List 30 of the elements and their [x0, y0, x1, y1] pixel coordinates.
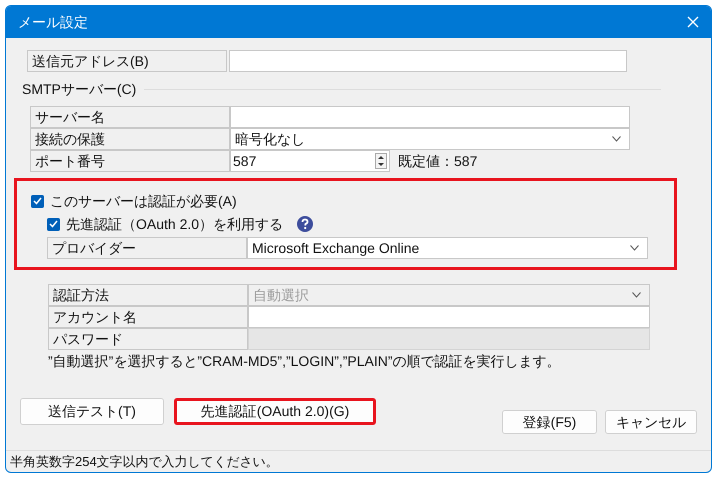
- field-label: 接続の保護: [30, 128, 230, 150]
- help-icon[interactable]: [297, 216, 314, 232]
- field-label: ポート番号: [30, 150, 230, 172]
- field-label: プロバイダー: [47, 237, 247, 259]
- close-icon[interactable]: [687, 16, 699, 28]
- checkbox-label[interactable]: このサーバーは認証が必要(A): [50, 190, 237, 212]
- input-field[interactable]: [248, 306, 650, 328]
- spin-arrows-icon[interactable]: [375, 153, 387, 169]
- number-field[interactable]: 587: [230, 150, 390, 172]
- dropdown[interactable]: 暗号化なし: [230, 128, 630, 150]
- field-label: 送信元アドレス(B): [27, 50, 227, 72]
- status-text: 半角英数字254文字以内で入力してください。: [10, 452, 279, 471]
- dropdown[interactable]: Microsoft Exchange Online: [247, 237, 648, 259]
- button[interactable]: キャンセル: [605, 410, 697, 434]
- button[interactable]: 登録(F5): [502, 410, 597, 434]
- field-label: アカウント名: [48, 306, 248, 328]
- input-field[interactable]: [229, 50, 627, 72]
- note-text: ”自動選択”を選択すると”CRAM-MD5”,”LOGIN”,”PLAIN”の順で認証を実行します。: [48, 352, 562, 371]
- checkbox[interactable]: [31, 194, 44, 208]
- input-field[interactable]: [230, 106, 630, 128]
- field-label: サーバー名: [30, 106, 230, 128]
- checkbox-label[interactable]: 先進認証（OAuth 2.0）を利用する: [66, 214, 284, 234]
- button[interactable]: 先進認証(OAuth 2.0)(G): [174, 398, 376, 425]
- button[interactable]: 送信テスト(T): [20, 398, 164, 425]
- section-heading: SMTPサーバー(C): [22, 80, 136, 99]
- field-label: パスワード: [48, 328, 248, 350]
- window-title: メール設定: [18, 12, 88, 32]
- default-value-text: 既定値：587: [398, 152, 478, 171]
- field-label: 認証方法: [48, 284, 248, 306]
- checkbox[interactable]: [47, 218, 60, 230]
